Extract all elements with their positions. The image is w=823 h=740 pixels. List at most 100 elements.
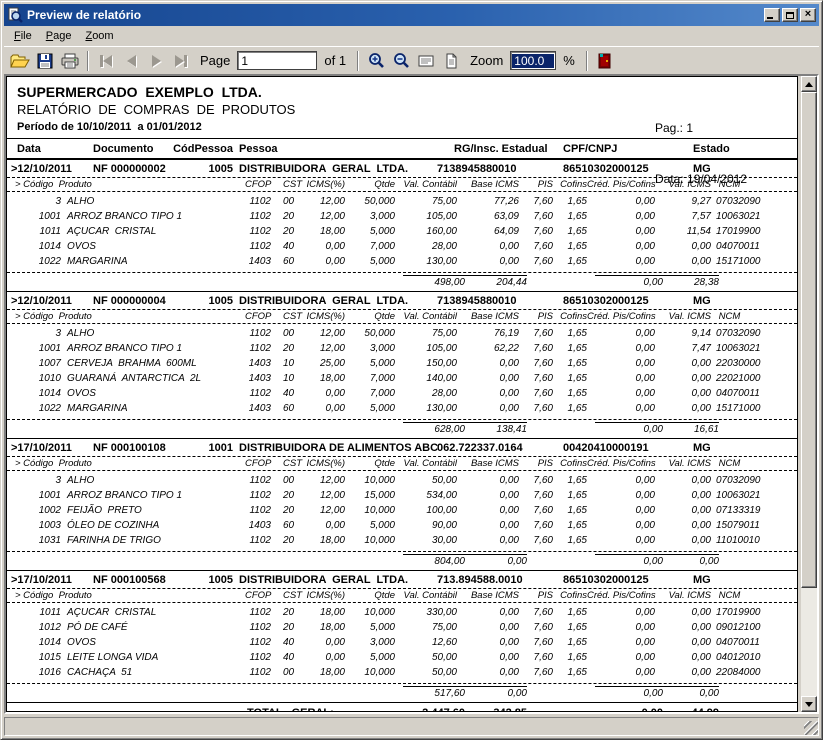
product-header-cell: CFOP xyxy=(245,311,271,322)
product-cell: 0,00 xyxy=(587,371,655,386)
product-cell: 0,00 xyxy=(457,665,519,680)
document-row: >17/10/2011 NF 000100108 1001 DISTRIBUID… xyxy=(7,439,797,456)
product-header-cell: PIS xyxy=(519,458,553,469)
product-cell: 534,00 xyxy=(395,488,457,503)
product-cell: 1102 xyxy=(245,473,271,488)
product-cell: AÇUCAR CRISTAL xyxy=(61,605,245,620)
menu-item[interactable]: Page xyxy=(40,28,78,44)
previous-page-button[interactable] xyxy=(119,50,143,72)
doc-rg: 7138945880010 xyxy=(429,163,551,175)
scroll-down-button[interactable] xyxy=(801,696,817,712)
minimize-button[interactable] xyxy=(764,8,780,22)
maximize-button[interactable] xyxy=(782,8,798,22)
product-cell: 50,00 xyxy=(395,473,457,488)
product-cell: 1014 xyxy=(7,239,61,254)
product-cell: 7,60 xyxy=(519,665,553,680)
menu-item[interactable]: File xyxy=(8,28,38,44)
product-cell: 3,000 xyxy=(345,341,395,356)
toolbar: Page of 1 xyxy=(4,46,819,74)
product-cell: 7,60 xyxy=(519,635,553,650)
product-header-cell: ICMS(%) xyxy=(301,179,345,190)
product-cell: 7,60 xyxy=(519,401,553,416)
document-block: >17/10/2011 NF 000100568 1005 DISTRIBUID… xyxy=(7,570,797,702)
exit-door-icon xyxy=(598,53,611,69)
product-cell: 1001 xyxy=(7,341,61,356)
subtotal-val-icms: 0,00 xyxy=(663,686,719,699)
product-cell: 1002 xyxy=(7,503,61,518)
product-row: 1015LEITE LONGA VIDA1102400,005,00050,00… xyxy=(7,650,797,665)
product-cell: 50,000 xyxy=(345,194,395,209)
product-cell: CERVEJA BRAHMA 600ML xyxy=(61,356,245,371)
menu-item[interactable]: Zoom xyxy=(79,28,119,44)
product-header-cell: Créd. Pis/Cofins xyxy=(587,311,655,322)
first-page-button[interactable] xyxy=(94,50,118,72)
product-cell: 10,000 xyxy=(345,665,395,680)
product-cell: 50,000 xyxy=(345,326,395,341)
page-number-input[interactable] xyxy=(237,51,317,70)
zoom-out-button[interactable] xyxy=(389,50,413,72)
product-cell: 10,000 xyxy=(345,473,395,488)
product-cell: 1102 xyxy=(245,224,271,239)
page-count-label: of 1 xyxy=(318,53,352,68)
zoom-input[interactable]: 100.0 xyxy=(510,51,556,70)
product-cell: 1102 xyxy=(245,209,271,224)
product-cell: OVOS xyxy=(61,386,245,401)
report-preview-icon xyxy=(7,7,23,23)
report-header: SUPERMERCADO EXEMPLO LTDA. RELATÓRIO DE … xyxy=(7,77,797,139)
col-pessoa: Pessoa xyxy=(233,143,429,155)
product-header-cell: NCM xyxy=(711,311,797,322)
product-cell: 20 xyxy=(271,605,301,620)
doc-number: NF 000100568 xyxy=(87,574,173,586)
toolbar-separator xyxy=(586,51,588,71)
product-rows: 3ALHO11020012,0050,00075,0076,197,601,65… xyxy=(7,324,797,419)
product-cell: 1,65 xyxy=(553,239,587,254)
product-header-cell: PIS xyxy=(519,179,553,190)
printer-icon xyxy=(61,53,79,69)
product-header-cell: NCM xyxy=(711,590,797,601)
close-button[interactable]: × xyxy=(800,8,816,22)
open-button[interactable] xyxy=(8,50,32,72)
resize-grip[interactable] xyxy=(804,721,818,735)
col-codpessoa: CódPessoa xyxy=(173,143,233,155)
doc-pessoa: DISTRIBUIDORA GERAL LTDA. xyxy=(233,574,429,586)
product-cell: 1,65 xyxy=(553,488,587,503)
product-cell: 150,00 xyxy=(395,356,457,371)
product-cell: 7,47 xyxy=(655,341,711,356)
product-cell: 77,26 xyxy=(457,194,519,209)
last-page-button[interactable] xyxy=(169,50,193,72)
product-cell: 0,00 xyxy=(587,341,655,356)
product-rows: 3ALHO11020012,0010,00050,000,007,601,650… xyxy=(7,471,797,551)
product-cell: 1,65 xyxy=(553,401,587,416)
subtotal-val-icms: 28,38 xyxy=(663,275,719,288)
product-header-cell: Créd. Pis/Cofins xyxy=(587,590,655,601)
product-cell: 0,00 xyxy=(655,254,711,269)
product-cell: 1011 xyxy=(7,224,61,239)
whole-page-button[interactable] xyxy=(439,50,463,72)
save-button[interactable] xyxy=(33,50,57,72)
product-cell: 1,65 xyxy=(553,533,587,548)
product-cell: OVOS xyxy=(61,239,245,254)
product-cell: 0,00 xyxy=(587,254,655,269)
print-button[interactable] xyxy=(58,50,82,72)
vertical-scrollbar[interactable] xyxy=(801,76,817,712)
whole-page-icon xyxy=(445,53,458,69)
zoom-in-button[interactable] xyxy=(364,50,388,72)
next-page-button[interactable] xyxy=(144,50,168,72)
product-cell: 1,65 xyxy=(553,224,587,239)
product-cell: 7,60 xyxy=(519,224,553,239)
product-header-cell xyxy=(61,590,245,601)
product-cell: 7,60 xyxy=(519,386,553,401)
scroll-up-button[interactable] xyxy=(801,76,817,92)
product-cell: 0,00 xyxy=(457,239,519,254)
product-cell: 20 xyxy=(271,209,301,224)
product-cell: 0,00 xyxy=(587,401,655,416)
doc-estado: MG xyxy=(681,295,797,307)
product-cell: 1,65 xyxy=(553,605,587,620)
doc-rg: 062.722337.0164 xyxy=(429,442,551,454)
scrollbar-thumb[interactable] xyxy=(801,92,817,588)
product-row: 1001ARROZ BRANCO TIPO 111022012,003,0001… xyxy=(7,341,797,356)
fit-page-width-button[interactable] xyxy=(414,50,438,72)
scrollbar-track[interactable] xyxy=(801,588,817,696)
exit-button[interactable] xyxy=(593,50,617,72)
product-cell: 5,000 xyxy=(345,650,395,665)
